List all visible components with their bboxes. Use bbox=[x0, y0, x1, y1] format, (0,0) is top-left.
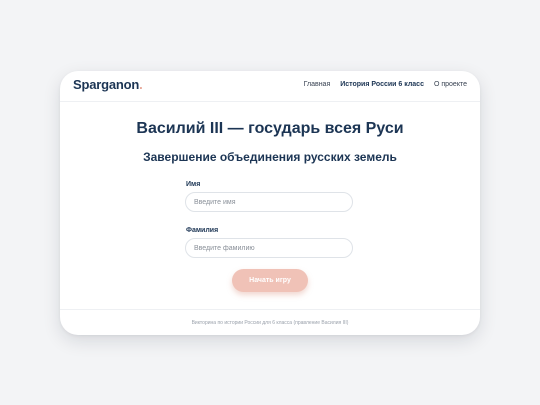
last-name-input[interactable] bbox=[185, 238, 353, 258]
last-name-label: Фамилия bbox=[186, 227, 219, 234]
first-name-label: Имя bbox=[186, 181, 201, 188]
main-nav: Главная История России 6 класс О проекте bbox=[304, 81, 467, 88]
nav-link-history-6[interactable]: История России 6 класс bbox=[340, 81, 424, 88]
logo-dot: . bbox=[139, 77, 143, 92]
nav-link-about[interactable]: О проекте bbox=[434, 81, 467, 88]
site-footer: Викторина по истории России для 6 класса… bbox=[60, 309, 480, 335]
page-subtitle: Завершение объединения русских земель bbox=[143, 150, 397, 164]
logo-text: Sparganon bbox=[73, 77, 140, 92]
page-title: Василий III — государь всея Руси bbox=[136, 120, 404, 137]
footer-text: Викторина по истории России для 6 класса… bbox=[191, 320, 349, 326]
first-name-input[interactable] bbox=[185, 192, 353, 212]
nav-link-home[interactable]: Главная bbox=[304, 81, 331, 88]
site-logo[interactable]: Sparganon. bbox=[73, 77, 143, 92]
app-card: Sparganon. Главная История России 6 клас… bbox=[60, 71, 480, 335]
start-game-button[interactable]: Начать игру bbox=[232, 269, 308, 292]
site-header: Sparganon. Главная История России 6 клас… bbox=[60, 71, 480, 102]
